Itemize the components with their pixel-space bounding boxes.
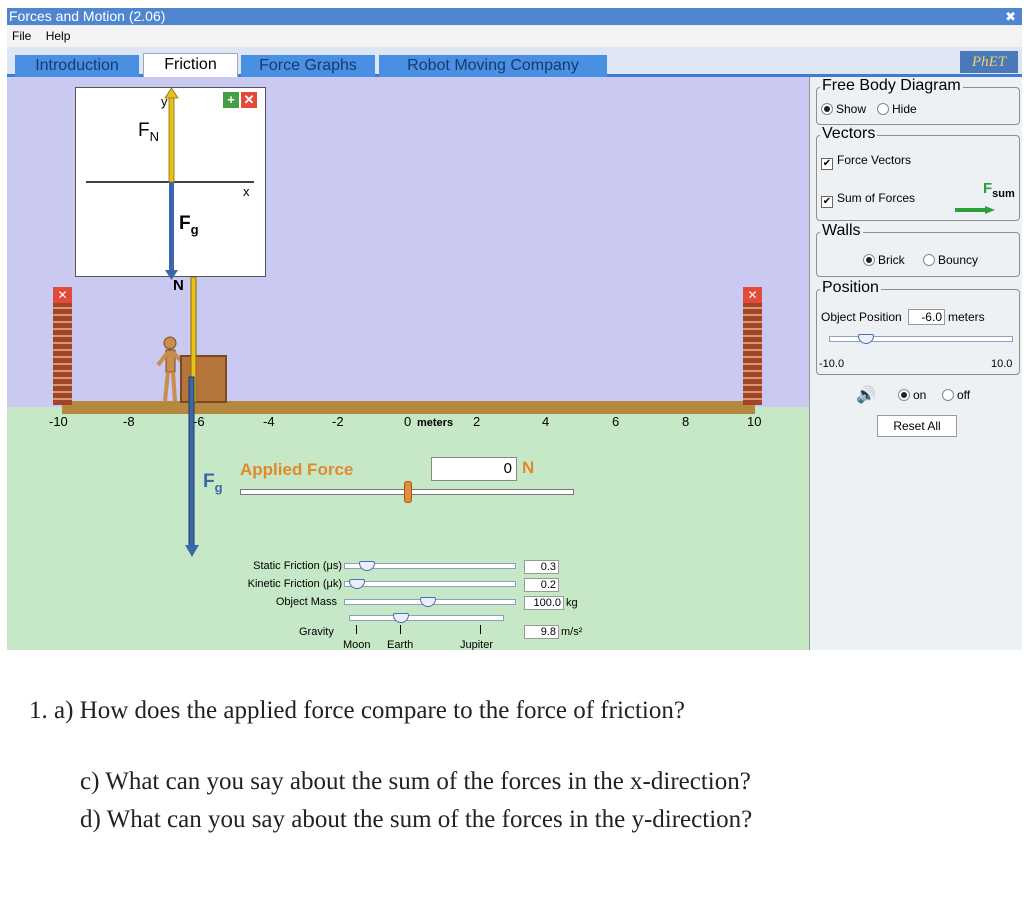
tab-introduction[interactable]: Introduction bbox=[15, 55, 139, 77]
object-position-label: Object Position bbox=[821, 310, 902, 324]
gravity-unit: m/s² bbox=[561, 626, 583, 638]
question-1c: c) What can you say about the sum of the… bbox=[80, 768, 751, 795]
gravity-tick-moon bbox=[356, 625, 357, 634]
fbd-x-label: x bbox=[243, 184, 250, 199]
gravity-tick-jupiter bbox=[480, 625, 481, 634]
gravity-mark-jupiter: Jupiter bbox=[460, 639, 494, 650]
walls-group: Walls Brick Bouncy bbox=[816, 222, 1020, 277]
gravity-value[interactable]: 9.8 bbox=[524, 625, 559, 639]
tab-force-graphs[interactable]: Force Graphs bbox=[241, 55, 375, 77]
question-1d: d) What can you say about the sum of the… bbox=[80, 806, 753, 833]
walls-group-title: Walls bbox=[820, 222, 863, 240]
menu-bar: File Help bbox=[7, 26, 1022, 47]
sum-arrow-icon bbox=[955, 206, 995, 214]
object-mass-label: Object Mass bbox=[275, 596, 337, 608]
menu-help[interactable]: Help bbox=[46, 29, 71, 43]
fbd-axes bbox=[86, 87, 254, 280]
fg-label: Fg bbox=[203, 471, 223, 495]
simulation-canvas: ✕ ✕ -10 -8 -6 -4 -2 0 meters 2 4 6 8 10 bbox=[7, 77, 809, 650]
gravity-tick-earth bbox=[400, 625, 401, 634]
applied-force-slider-thumb[interactable] bbox=[404, 481, 412, 503]
applied-force-input[interactable]: 0 bbox=[431, 457, 517, 481]
title-bar: Forces and Motion (2.06) ✖ bbox=[7, 8, 1022, 25]
fbd-fn-label: FN bbox=[138, 120, 159, 144]
force-vectors-checkbox[interactable]: ✔ Force Vectors bbox=[821, 153, 911, 170]
gravity-label: Gravity bbox=[299, 626, 334, 638]
fsum-label: Fsum bbox=[983, 180, 1015, 200]
tab-friction[interactable]: Friction bbox=[143, 53, 238, 77]
sound-off-radio[interactable]: off bbox=[942, 388, 970, 402]
object-mass-value[interactable]: 100.0 bbox=[524, 596, 564, 610]
kinetic-friction-value[interactable]: 0.2 bbox=[524, 578, 559, 592]
fbd-group-title: Free Body Diagram bbox=[820, 77, 963, 95]
static-friction-label: Static Friction (μs) bbox=[253, 560, 342, 572]
applied-force-unit: N bbox=[522, 458, 535, 477]
position-group-title: Position bbox=[820, 279, 881, 297]
object-position-input[interactable]: -6.0 bbox=[908, 309, 945, 325]
applied-force-label: Applied Force bbox=[240, 460, 354, 479]
question-1a: 1. a) How does the applied force compare… bbox=[29, 697, 685, 724]
menu-file[interactable]: File bbox=[12, 29, 31, 43]
gravity-force-vector bbox=[188, 376, 195, 548]
walls-bouncy-radio[interactable]: Bouncy bbox=[923, 253, 978, 267]
walls-brick-radio[interactable]: Brick bbox=[863, 253, 905, 267]
tab-robot-moving-company[interactable]: Robot Moving Company bbox=[379, 55, 607, 77]
zoom-in-icon[interactable]: + bbox=[223, 92, 239, 108]
gravity-slider[interactable] bbox=[349, 615, 504, 621]
static-friction-value[interactable]: 0.3 bbox=[524, 560, 559, 574]
object-mass-unit: kg bbox=[566, 597, 578, 609]
sum-of-forces-checkbox[interactable]: ✔ Sum of Forces bbox=[821, 191, 915, 208]
window-title: Forces and Motion (2.06) bbox=[9, 8, 166, 24]
object-position-thumb[interactable] bbox=[858, 334, 874, 344]
vectors-group: Vectors ✔ Force Vectors ✔ Sum of Forces Fs… bbox=[816, 125, 1020, 221]
position-min-label: -10.0 bbox=[819, 358, 845, 370]
position-max-label: 10.0 bbox=[991, 358, 1013, 370]
fbd-hide-radio[interactable]: Hide bbox=[877, 102, 917, 116]
normal-label: N bbox=[173, 277, 184, 294]
phet-window: Forces and Motion (2.06) ✖ File Help Int… bbox=[7, 8, 1022, 650]
fbd-y-label: y bbox=[161, 94, 168, 109]
free-body-diagram: y x FN Fg + ✕ bbox=[75, 87, 266, 280]
object-position-slider[interactable] bbox=[829, 336, 1013, 342]
gravity-mark-earth: Earth bbox=[387, 639, 414, 650]
fbd-fg-label: Fg bbox=[179, 213, 199, 237]
speaker-icon: 🔊 bbox=[856, 387, 876, 404]
reset-all-button[interactable]: Reset All bbox=[877, 415, 957, 437]
gravity-mark-moon: Moon bbox=[343, 639, 371, 650]
position-group: Position Object Position -6.0 meters -10… bbox=[816, 279, 1020, 375]
kinetic-friction-label: Kinetic Friction (μk) bbox=[247, 578, 342, 590]
fbd-group: Free Body Diagram Show Hide bbox=[816, 77, 1020, 125]
control-panel: Free Body Diagram Show Hide Vectors ✔ For… bbox=[809, 77, 1022, 650]
gravity-arrow-head bbox=[185, 545, 199, 557]
fbd-show-radio[interactable]: Show bbox=[821, 102, 866, 116]
sound-on-radio[interactable]: on bbox=[898, 388, 926, 402]
close-icon[interactable]: ✕ bbox=[241, 92, 257, 108]
phet-logo[interactable]: PhET bbox=[960, 51, 1018, 73]
close-icon[interactable]: ✖ bbox=[1005, 8, 1016, 25]
tab-bar: Introduction Friction Force Graphs Robot… bbox=[7, 47, 1022, 77]
kinetic-friction-slider[interactable] bbox=[344, 581, 516, 587]
object-position-unit: meters bbox=[948, 310, 985, 324]
vectors-group-title: Vectors bbox=[820, 125, 878, 143]
